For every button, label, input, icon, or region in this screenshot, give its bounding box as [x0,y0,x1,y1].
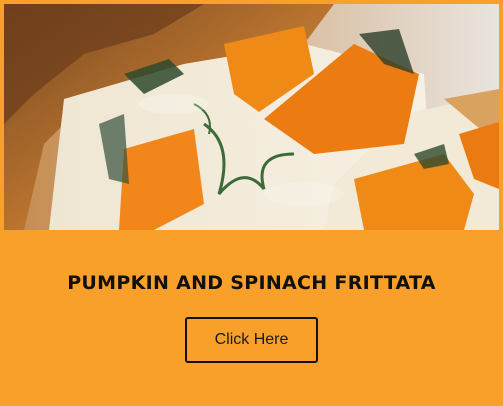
click-here-button[interactable]: Click Here [185,317,318,363]
frittata-image [4,4,499,230]
recipe-title: PUMPKIN AND SPINACH FRITTATA [67,272,436,294]
recipe-photo [4,4,499,230]
recipe-card: PUMPKIN AND SPINACH FRITTATA Click Here [0,0,503,406]
